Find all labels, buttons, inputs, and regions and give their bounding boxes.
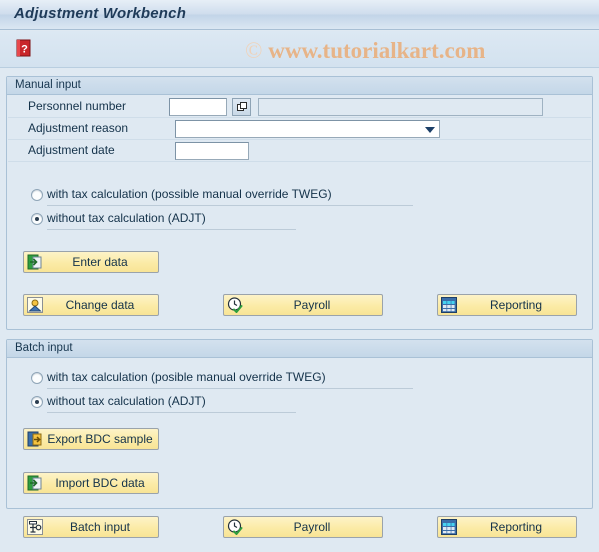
adjustment-reason-row: Adjustment reason	[8, 118, 591, 140]
adjustment-workbench-window: Adjustment Workbench ? © www.tutorialkar…	[0, 0, 599, 552]
field-underline	[47, 205, 413, 206]
batch-radio-with-tax-label: with tax calculation (posible manual ove…	[47, 370, 326, 384]
enter-data-icon	[27, 254, 43, 270]
batch-radio-without-tax-label: without tax calculation (ADJT)	[47, 394, 206, 408]
grid-report-icon	[441, 297, 457, 313]
grid-report-icon	[441, 519, 457, 535]
manual-radio-with-tax-label: with tax calculation (possible manual ov…	[47, 187, 332, 201]
adjustment-date-label: Adjustment date	[28, 143, 115, 157]
page-title: Adjustment Workbench	[14, 5, 187, 22]
radio-indicator[interactable]	[31, 189, 43, 201]
personnel-number-input[interactable]	[169, 98, 227, 116]
person-icon	[27, 297, 43, 313]
adjustment-date-input[interactable]	[175, 142, 249, 160]
batch-input-group-title: Batch input	[15, 342, 73, 354]
batch-input-icon	[27, 519, 43, 535]
reporting-button-batch-label: Reporting	[489, 520, 543, 534]
enter-data-button[interactable]: Enter data	[23, 251, 159, 273]
field-underline	[47, 412, 296, 413]
batch-input-group-header: Batch input	[7, 340, 592, 358]
export-bdc-sample-button-label: Export BDC sample	[47, 432, 153, 446]
payroll-button-manual-label: Payroll	[293, 298, 331, 312]
batch-radio-without-tax[interactable]: without tax calculation (ADJT)	[31, 394, 321, 413]
change-data-button[interactable]: Change data	[23, 294, 159, 316]
manual-input-group-title: Manual input	[15, 79, 81, 91]
reporting-button-manual[interactable]: Reporting	[437, 294, 577, 316]
manual-radio-with-tax[interactable]: with tax calculation (possible manual ov…	[31, 187, 413, 206]
reporting-button-batch[interactable]: Reporting	[437, 516, 577, 538]
field-underline	[47, 388, 413, 389]
manual-radio-without-tax[interactable]: without tax calculation (ADJT)	[31, 211, 321, 230]
import-bdc-data-button[interactable]: Import BDC data	[23, 472, 159, 494]
batch-input-group: Batch input with tax calculation (posibl…	[6, 339, 593, 538]
chevron-down-icon[interactable]	[425, 127, 435, 133]
application-toolbar: ?	[0, 31, 599, 68]
radio-indicator[interactable]	[31, 372, 43, 384]
personnel-number-row: Personnel number	[8, 96, 591, 118]
batch-input-button-label: Batch input	[69, 520, 131, 534]
export-bdc-sample-button[interactable]: Export BDC sample	[23, 428, 159, 450]
payroll-button-manual[interactable]: Payroll	[223, 294, 383, 316]
manual-input-group-header: Manual input	[7, 77, 592, 95]
clock-check-icon	[227, 519, 243, 535]
adjustment-reason-label: Adjustment reason	[28, 121, 129, 135]
payroll-button-batch-label: Payroll	[293, 520, 331, 534]
help-book-icon[interactable]: ?	[13, 37, 35, 59]
import-bdc-icon	[27, 475, 43, 491]
manual-input-group: Manual input Personnel number Adjustment…	[6, 76, 593, 330]
export-bdc-icon	[27, 431, 43, 447]
svg-text:?: ?	[21, 44, 28, 56]
manual-radio-without-tax-label: without tax calculation (ADJT)	[47, 211, 206, 225]
window-title-bar: Adjustment Workbench	[0, 0, 599, 30]
radio-indicator[interactable]	[31, 213, 43, 225]
import-bdc-data-button-label: Import BDC data	[55, 476, 145, 490]
value-help-icon[interactable]	[232, 98, 251, 116]
batch-input-button[interactable]: Batch input	[23, 516, 159, 538]
personnel-number-label: Personnel number	[28, 99, 127, 113]
adjustment-reason-select[interactable]	[175, 120, 440, 138]
batch-radio-with-tax[interactable]: with tax calculation (posible manual ove…	[31, 370, 413, 389]
adjustment-date-row: Adjustment date	[8, 140, 591, 162]
radio-indicator[interactable]	[31, 396, 43, 408]
enter-data-button-label: Enter data	[72, 255, 128, 269]
personnel-name-display	[258, 98, 543, 116]
payroll-button-batch[interactable]: Payroll	[223, 516, 383, 538]
change-data-button-label: Change data	[65, 298, 135, 312]
clock-check-icon	[227, 297, 243, 313]
field-underline	[47, 229, 296, 230]
reporting-button-manual-label: Reporting	[489, 298, 543, 312]
